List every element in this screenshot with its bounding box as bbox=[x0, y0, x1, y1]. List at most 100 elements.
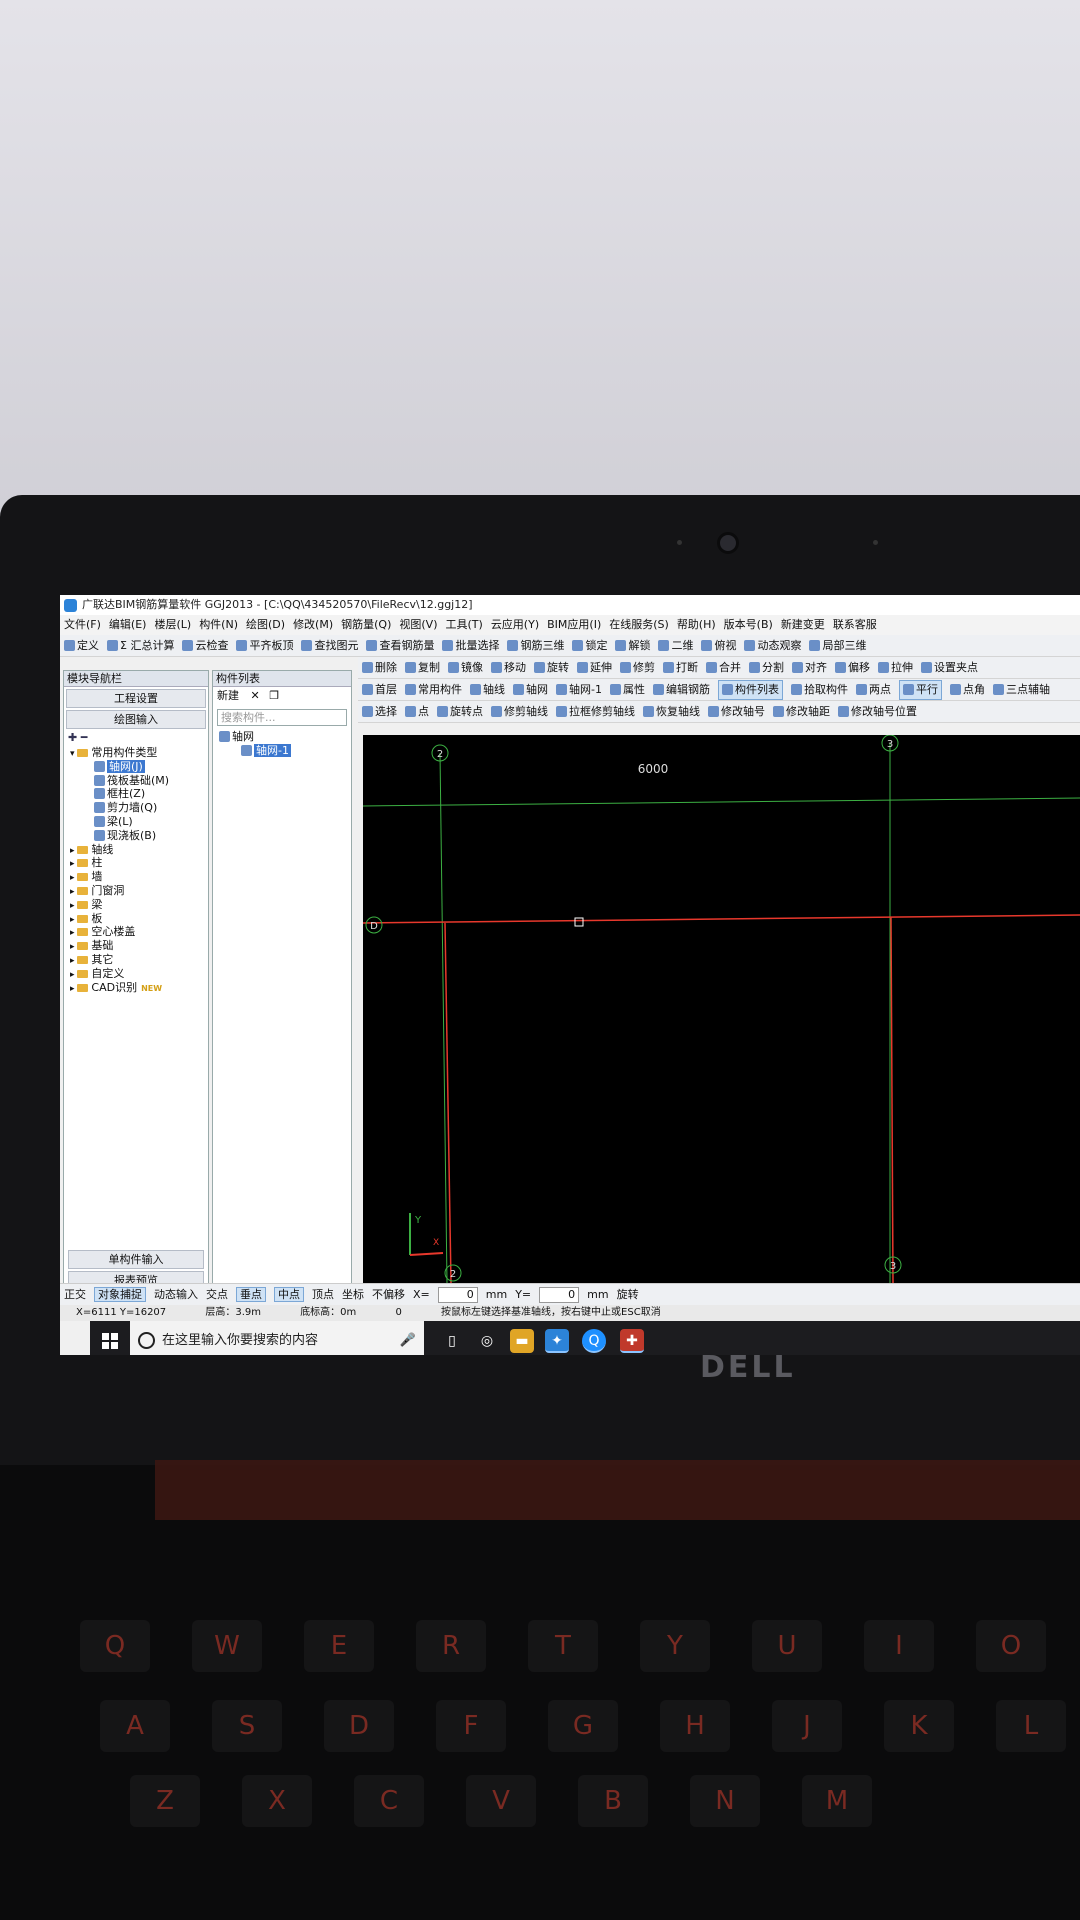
coordinate-input[interactable]: 0 bbox=[539, 1287, 580, 1303]
tree-item-2[interactable]: 筏板基础(M) bbox=[68, 774, 206, 788]
glodon-app-icon[interactable]: ✦ bbox=[545, 1329, 569, 1353]
expand-arrow-icon[interactable]: ▾ bbox=[70, 749, 77, 759]
expand-arrow-icon[interactable]: ▸ bbox=[70, 846, 77, 856]
toolbar3-button-7[interactable]: 构件列表 bbox=[717, 680, 783, 700]
tree-item-10[interactable]: ▸ 门窗洞 bbox=[68, 884, 206, 898]
tree-item-12[interactable]: ▸ 板 bbox=[68, 912, 206, 926]
status-item-6[interactable]: 顶点 bbox=[312, 1288, 334, 1301]
new-component-button[interactable]: 新建 bbox=[217, 689, 239, 702]
menu-item-2[interactable]: 楼层(L) bbox=[154, 618, 191, 631]
toolbar1-button-9[interactable]: 解锁 bbox=[615, 635, 650, 656]
toolbar3-button-12[interactable]: 三点辅轴 bbox=[992, 679, 1050, 700]
toolbar2-button-4[interactable]: 旋转 bbox=[534, 657, 569, 678]
menu-item-11[interactable]: 在线服务(S) bbox=[609, 618, 669, 631]
expand-arrow-icon[interactable]: ▸ bbox=[70, 956, 77, 966]
drawing-canvas[interactable]: 6000 2 3 D 2 3 Y X bbox=[363, 735, 1080, 1283]
menu-item-6[interactable]: 钢筋量(Q) bbox=[341, 618, 391, 631]
toolbar3-button-1[interactable]: 常用构件 bbox=[405, 679, 462, 700]
toolbar3-button-3[interactable]: 轴网 bbox=[513, 679, 548, 700]
toolbar4-button-4[interactable]: 拉框修剪轴线 bbox=[556, 701, 635, 722]
toolbar3-button-9[interactable]: 两点 bbox=[855, 679, 891, 700]
menu-item-1[interactable]: 编辑(E) bbox=[109, 618, 147, 631]
toolbar1-button-11[interactable]: 俯视 bbox=[701, 635, 736, 656]
toolbar2-button-6[interactable]: 修剪 bbox=[620, 657, 655, 678]
expand-arrow-icon[interactable]: ▸ bbox=[70, 873, 77, 883]
tree-item-13[interactable]: ▸ 空心楼盖 bbox=[68, 925, 206, 939]
menu-item-0[interactable]: 文件(F) bbox=[64, 618, 101, 631]
toolbar2-button-11[interactable]: 偏移 bbox=[835, 657, 870, 678]
toolbar4-button-8[interactable]: 修改轴号位置 bbox=[838, 701, 917, 722]
component-tree-item-1[interactable]: 轴网-1 bbox=[219, 743, 351, 758]
menu-item-8[interactable]: 工具(T) bbox=[446, 618, 483, 631]
toolbar2-button-9[interactable]: 分割 bbox=[749, 657, 784, 678]
tree-item-3[interactable]: 框柱(Z) bbox=[68, 787, 206, 801]
status-item-8[interactable]: 不偏移 bbox=[372, 1288, 405, 1301]
status-item-14[interactable]: mm bbox=[587, 1288, 608, 1301]
toolbar2-button-8[interactable]: 合并 bbox=[706, 657, 741, 678]
toolbar4-button-2[interactable]: 旋转点 bbox=[437, 701, 483, 722]
browser-icon[interactable]: ◎ bbox=[475, 1329, 499, 1353]
status-item-0[interactable]: 正交 bbox=[64, 1288, 86, 1301]
expand-arrow-icon[interactable]: ▸ bbox=[70, 887, 77, 897]
toolbar1-button-7[interactable]: 钢筋三维 bbox=[507, 635, 564, 656]
toolbar1-button-1[interactable]: Σ 汇总计算 bbox=[107, 635, 174, 656]
app-icon-red[interactable]: ✚ bbox=[620, 1329, 644, 1353]
tree-item-15[interactable]: ▸ 其它 bbox=[68, 953, 206, 967]
toolbar2-button-12[interactable]: 拉伸 bbox=[878, 657, 913, 678]
grip-point[interactable] bbox=[574, 917, 584, 927]
toolbar2-button-3[interactable]: 移动 bbox=[491, 657, 526, 678]
component-tree-item-0[interactable]: 轴网 bbox=[219, 730, 351, 744]
single-component-input-button[interactable]: 单构件输入 bbox=[68, 1250, 204, 1269]
copy-icon[interactable]: ❐ bbox=[269, 689, 279, 702]
toolbar3-button-4[interactable]: 轴网-1 bbox=[556, 679, 602, 700]
tree-expand-icon[interactable]: ✚ ━ bbox=[64, 731, 208, 745]
tree-item-4[interactable]: 剪力墙(Q) bbox=[68, 801, 206, 815]
expand-arrow-icon[interactable]: ▸ bbox=[70, 984, 77, 994]
qq-browser-icon[interactable]: Q bbox=[582, 1329, 606, 1353]
status-item-11[interactable]: mm bbox=[486, 1288, 507, 1301]
taskbar-search-box[interactable]: 在这里输入你要搜索的内容 🎤 bbox=[130, 1321, 424, 1355]
expand-arrow-icon[interactable]: ▸ bbox=[70, 915, 77, 925]
toolbar1-button-5[interactable]: 查看钢筋量 bbox=[366, 635, 434, 656]
menu-item-7[interactable]: 视图(V) bbox=[399, 618, 437, 631]
menu-item-10[interactable]: BIM应用(I) bbox=[547, 618, 601, 631]
tree-item-11[interactable]: ▸ 梁 bbox=[68, 898, 206, 912]
menu-item-12[interactable]: 帮助(H) bbox=[677, 618, 716, 631]
menu-item-3[interactable]: 构件(N) bbox=[199, 618, 238, 631]
task-view-icon[interactable]: ▯ bbox=[440, 1329, 464, 1353]
status-item-1[interactable]: 对象捕捉 bbox=[94, 1287, 146, 1302]
menu-item-4[interactable]: 绘图(D) bbox=[246, 618, 285, 631]
toolbar3-button-8[interactable]: 拾取构件 bbox=[790, 679, 848, 700]
tree-item-14[interactable]: ▸ 基础 bbox=[68, 939, 206, 953]
menu-item-15[interactable]: 联系客服 bbox=[833, 618, 877, 631]
status-item-5[interactable]: 中点 bbox=[274, 1287, 304, 1302]
toolbar1-button-3[interactable]: 平齐板顶 bbox=[236, 635, 293, 656]
menu-item-5[interactable]: 修改(M) bbox=[293, 618, 333, 631]
toolbar4-button-5[interactable]: 恢复轴线 bbox=[643, 701, 700, 722]
toolbar3-button-0[interactable]: 首层 bbox=[362, 679, 397, 700]
status-item-3[interactable]: 交点 bbox=[206, 1288, 228, 1301]
expand-arrow-icon[interactable]: ▸ bbox=[70, 928, 77, 938]
expand-arrow-icon[interactable]: ▸ bbox=[70, 970, 77, 980]
tree-item-9[interactable]: ▸ 墙 bbox=[68, 870, 206, 884]
toolbar1-button-6[interactable]: 批量选择 bbox=[442, 635, 499, 656]
menu-item-14[interactable]: 新建变更 bbox=[781, 618, 825, 631]
tree-item-1[interactable]: 轴网(J) bbox=[68, 759, 206, 774]
project-settings-button[interactable]: 工程设置 bbox=[66, 689, 206, 708]
toolbar4-button-1[interactable]: 点 bbox=[405, 701, 429, 722]
toolbar3-button-2[interactable]: 轴线 bbox=[470, 679, 505, 700]
windows-start-icon[interactable] bbox=[102, 1333, 118, 1349]
toolbar3-button-11[interactable]: 点角 bbox=[949, 679, 985, 700]
toolbar2-button-7[interactable]: 打断 bbox=[663, 657, 698, 678]
expand-arrow-icon[interactable]: ▸ bbox=[70, 942, 77, 952]
status-item-9[interactable]: X= bbox=[413, 1288, 430, 1301]
status-item-2[interactable]: 动态输入 bbox=[154, 1288, 198, 1301]
menu-item-9[interactable]: 云应用(Y) bbox=[491, 618, 539, 631]
toolbar3-button-10[interactable]: 平行 bbox=[898, 680, 942, 700]
status-item-12[interactable]: Y= bbox=[515, 1288, 531, 1301]
toolbar4-button-7[interactable]: 修改轴距 bbox=[773, 701, 830, 722]
toolbar2-button-2[interactable]: 镜像 bbox=[448, 657, 483, 678]
menu-item-13[interactable]: 版本号(B) bbox=[724, 618, 773, 631]
toolbar2-button-5[interactable]: 延伸 bbox=[577, 657, 612, 678]
status-item-7[interactable]: 坐标 bbox=[342, 1288, 364, 1301]
